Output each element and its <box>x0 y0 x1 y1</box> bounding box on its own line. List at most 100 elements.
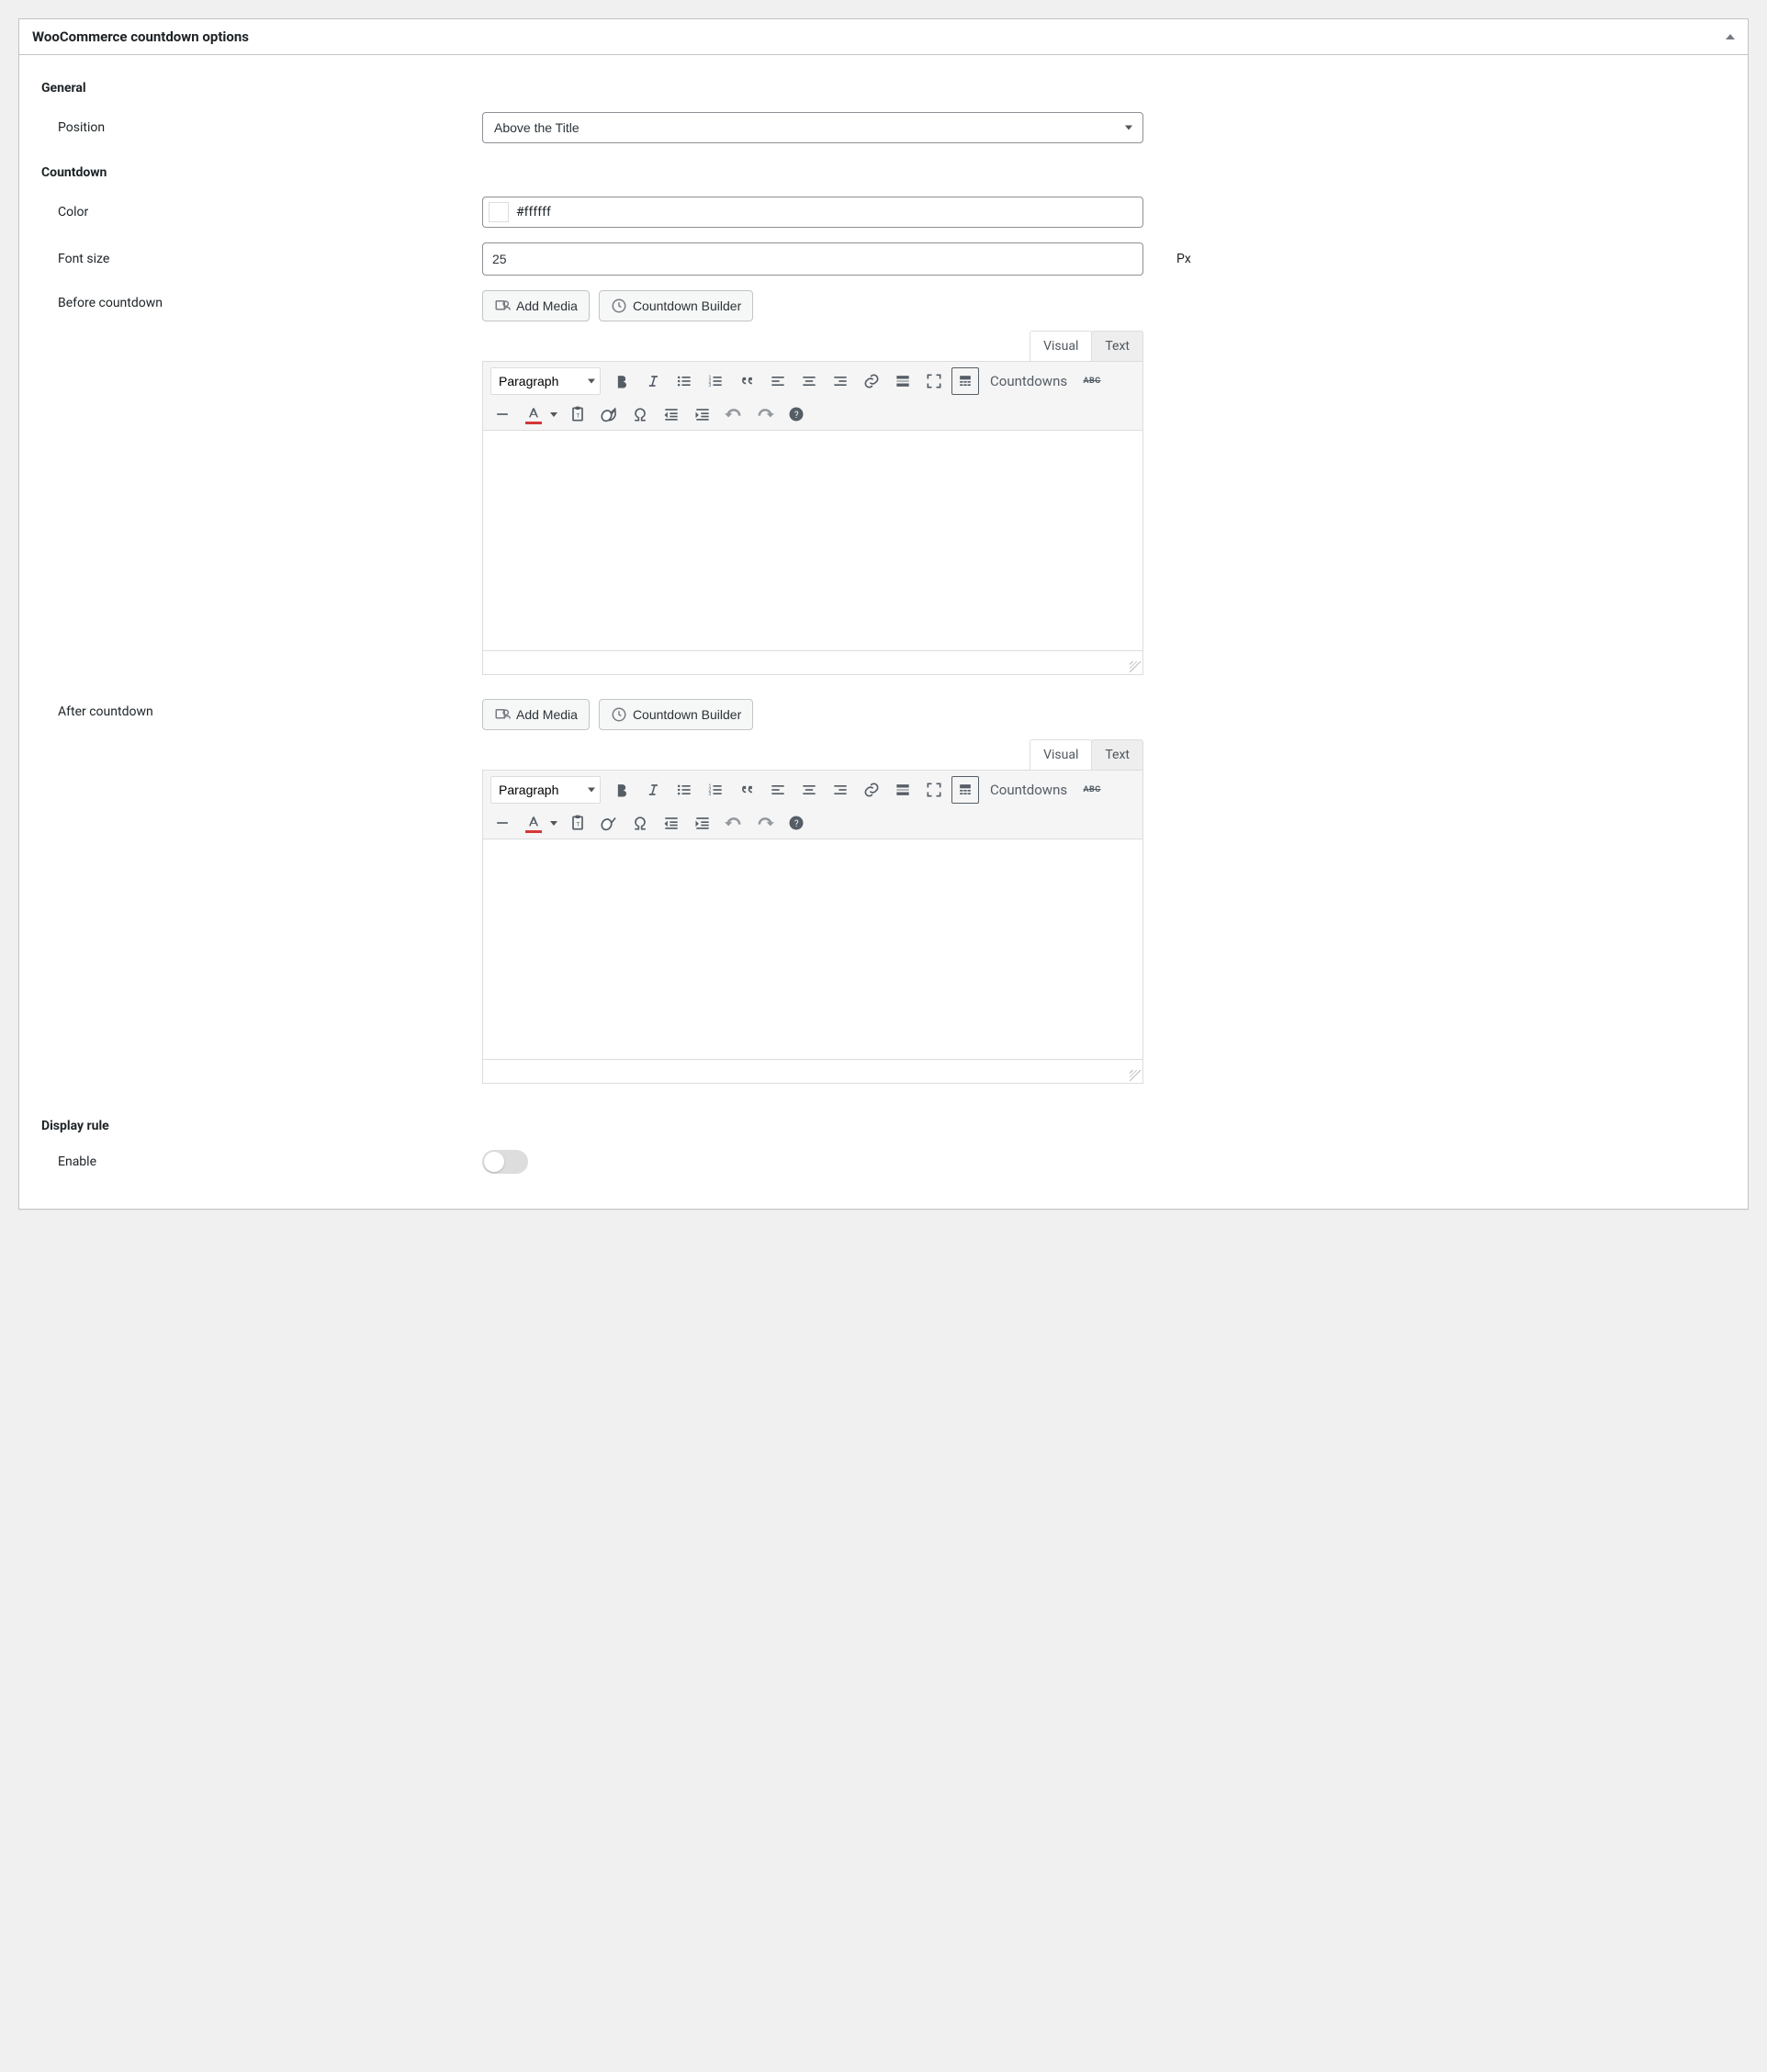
section-countdown: Countdown <box>41 165 1726 180</box>
align-right-button[interactable] <box>827 367 854 395</box>
section-display-rule: Display rule <box>41 1119 1726 1133</box>
paste-text-button[interactable]: T <box>564 809 591 837</box>
redo-button[interactable] <box>751 400 779 428</box>
after-countdown-content[interactable] <box>482 839 1143 1060</box>
align-center-button[interactable] <box>795 776 823 804</box>
svg-text:3: 3 <box>709 792 712 797</box>
italic-button[interactable] <box>639 776 667 804</box>
editor-resize-handle[interactable] <box>482 1060 1143 1084</box>
insert-more-button[interactable] <box>889 367 917 395</box>
editor-toolbar: Paragraph 123 <box>482 770 1143 839</box>
strikethrough-button[interactable]: ABC <box>1078 776 1106 804</box>
text-color-button[interactable] <box>520 809 547 837</box>
panel-collapse-toggle[interactable] <box>1726 34 1735 39</box>
clear-formatting-button[interactable] <box>595 400 623 428</box>
after-countdown-editor: Add Media Countdown Builder Visual Text <box>482 699 1143 1084</box>
color-swatch[interactable] <box>489 202 509 222</box>
label-before-countdown: Before countdown <box>41 290 482 310</box>
numbered-list-button[interactable]: 123 <box>702 367 729 395</box>
tab-text[interactable]: Text <box>1091 331 1143 361</box>
align-left-button[interactable] <box>764 776 792 804</box>
text-color-caret[interactable] <box>547 809 560 837</box>
svg-text:T: T <box>576 820 580 828</box>
field-enable: Enable <box>41 1143 1726 1181</box>
enable-toggle[interactable] <box>482 1150 528 1174</box>
countdowns-menu-button[interactable]: Countdowns <box>983 776 1075 804</box>
field-before-countdown: Before countdown Add Media Countdown Bui… <box>41 283 1726 682</box>
fullscreen-button[interactable] <box>920 367 948 395</box>
help-button[interactable]: ? <box>782 400 810 428</box>
insert-more-button[interactable] <box>889 776 917 804</box>
outdent-button[interactable] <box>658 809 685 837</box>
panel-header: WooCommerce countdown options <box>19 19 1748 55</box>
outdent-button[interactable] <box>658 400 685 428</box>
toolbar-toggle-button[interactable] <box>951 776 979 804</box>
toggle-knob <box>484 1152 504 1172</box>
field-after-countdown: After countdown Add Media Countdown Buil… <box>41 692 1726 1091</box>
media-icon <box>494 298 511 314</box>
numbered-list-button[interactable]: 123 <box>702 776 729 804</box>
paste-text-button[interactable]: T <box>564 400 591 428</box>
text-color-caret[interactable] <box>547 400 560 428</box>
panel-body: General Position Above the Title Countdo… <box>19 55 1748 1209</box>
font-size-unit: Px <box>1176 252 1191 266</box>
position-select[interactable]: Above the Title <box>482 112 1143 143</box>
font-size-input[interactable] <box>482 242 1143 276</box>
label-position: Position <box>41 120 482 135</box>
link-button[interactable] <box>858 776 885 804</box>
add-media-button[interactable]: Add Media <box>482 290 590 321</box>
field-color: Color #ffffff <box>41 189 1726 235</box>
italic-button[interactable] <box>639 367 667 395</box>
countdown-options-panel: WooCommerce countdown options General Po… <box>18 18 1749 1210</box>
editor-tabs: Visual Text <box>482 739 1143 770</box>
horizontal-rule-button[interactable] <box>489 809 516 837</box>
countdown-builder-button[interactable]: Countdown Builder <box>599 699 753 730</box>
bullet-list-button[interactable] <box>670 367 698 395</box>
section-general: General <box>41 81 1726 96</box>
undo-button[interactable] <box>720 400 748 428</box>
help-button[interactable]: ? <box>782 809 810 837</box>
before-countdown-editor: Add Media Countdown Builder Visual Text <box>482 290 1143 675</box>
clear-formatting-button[interactable] <box>595 809 623 837</box>
strikethrough-button[interactable]: ABC <box>1078 367 1106 395</box>
bullet-list-button[interactable] <box>670 776 698 804</box>
tab-visual[interactable]: Visual <box>1030 739 1092 770</box>
bold-button[interactable] <box>608 367 636 395</box>
indent-button[interactable] <box>689 400 716 428</box>
label-enable: Enable <box>41 1154 482 1169</box>
tab-text[interactable]: Text <box>1091 739 1143 770</box>
link-button[interactable] <box>858 367 885 395</box>
editor-resize-handle[interactable] <box>482 651 1143 675</box>
align-right-button[interactable] <box>827 776 854 804</box>
redo-button[interactable] <box>751 809 779 837</box>
countdown-builder-button[interactable]: Countdown Builder <box>599 290 753 321</box>
undo-button[interactable] <box>720 809 748 837</box>
color-value: #ffffff <box>516 205 551 220</box>
horizontal-rule-button[interactable] <box>489 400 516 428</box>
special-char-button[interactable] <box>626 400 654 428</box>
tab-visual[interactable]: Visual <box>1030 331 1092 361</box>
text-color-button[interactable] <box>520 400 547 428</box>
media-icon <box>494 706 511 723</box>
field-position: Position Above the Title <box>41 105 1726 151</box>
label-color: Color <box>41 205 482 220</box>
bold-button[interactable] <box>608 776 636 804</box>
format-select[interactable]: Paragraph <box>490 367 601 395</box>
align-left-button[interactable] <box>764 367 792 395</box>
blockquote-button[interactable] <box>733 367 760 395</box>
toolbar-toggle-button[interactable] <box>951 367 979 395</box>
blockquote-button[interactable] <box>733 776 760 804</box>
indent-button[interactable] <box>689 809 716 837</box>
add-media-button[interactable]: Add Media <box>482 699 590 730</box>
label-font-size: Font size <box>41 252 482 266</box>
before-countdown-content[interactable] <box>482 431 1143 651</box>
special-char-button[interactable] <box>626 809 654 837</box>
label-after-countdown: After countdown <box>41 699 482 719</box>
fullscreen-button[interactable] <box>920 776 948 804</box>
svg-text:?: ? <box>794 411 799 421</box>
svg-text:?: ? <box>794 819 799 829</box>
align-center-button[interactable] <box>795 367 823 395</box>
countdowns-menu-button[interactable]: Countdowns <box>983 367 1075 395</box>
color-input[interactable]: #ffffff <box>482 197 1143 228</box>
format-select[interactable]: Paragraph <box>490 776 601 804</box>
